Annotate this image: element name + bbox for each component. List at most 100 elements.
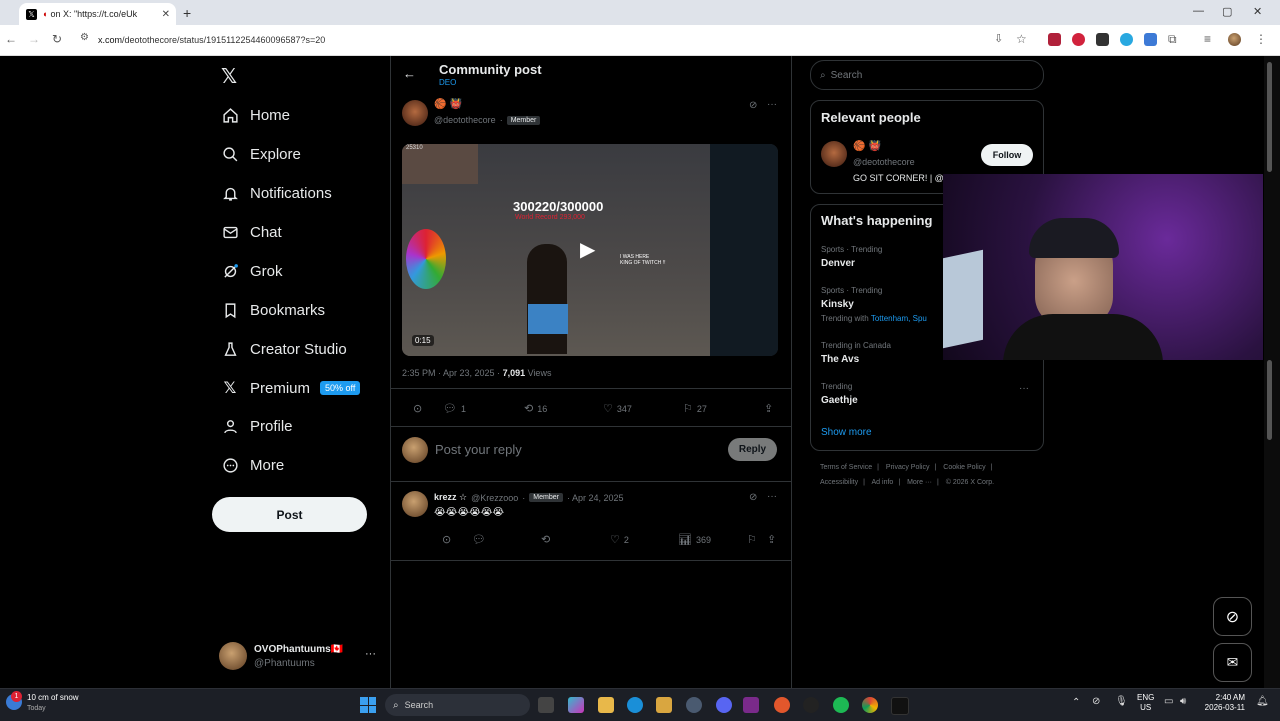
language-indicator[interactable]: ENG US	[1137, 693, 1154, 713]
post-time[interactable]: 2:35 PM · Apr 23, 2025 ·	[402, 368, 503, 378]
clock[interactable]: 2:40 AM 2026-03-11	[1200, 693, 1245, 713]
minimize-icon[interactable]: —	[1193, 5, 1204, 17]
repost-action[interactable]: ⟲ 16	[524, 402, 547, 415]
video-player[interactable]: 25310 300220/300000 World Record 293,000…	[402, 144, 778, 356]
play-action[interactable]: ⊙	[413, 402, 426, 415]
forward-icon[interactable]: →	[28, 32, 40, 46]
notifications-bell-icon[interactable]: 🔔︎	[1256, 696, 1269, 707]
nav-grok[interactable]: Grok	[221, 256, 283, 286]
weather-text[interactable]: 10 cm of snow	[27, 693, 79, 702]
reading-list-icon[interactable]: ≡	[1204, 32, 1211, 46]
nav-bookmarks[interactable]: Bookmarks	[221, 295, 325, 325]
x-logo-icon[interactable]: 𝕏	[221, 64, 237, 89]
extension-icon[interactable]	[1048, 33, 1061, 46]
extension-icon[interactable]	[1072, 33, 1085, 46]
reply-input[interactable]: Post your reply	[435, 442, 522, 457]
account-switcher[interactable]: OVOPhantuums🇨🇦 @Phantuums ···	[219, 642, 379, 670]
new-tab-icon[interactable]: +	[183, 5, 191, 21]
install-app-icon[interactable]: ⇩	[994, 32, 1003, 45]
grok-icon[interactable]: ⊘	[749, 492, 757, 503]
chrome-icon[interactable]	[862, 697, 878, 713]
trend-item[interactable]: Trending in Canada The Avs	[821, 341, 891, 365]
maximize-icon[interactable]: ▢	[1222, 5, 1232, 18]
show-more-link[interactable]: Show more	[821, 427, 872, 438]
play-action[interactable]: ⊙	[442, 533, 455, 546]
footer-link[interactable]: Privacy Policy	[886, 464, 930, 471]
footer-link[interactable]: Cookie Policy	[943, 464, 985, 471]
extension-icon[interactable]	[1144, 33, 1157, 46]
nav-creator-studio[interactable]: Creator Studio	[221, 334, 347, 364]
microphone-icon[interactable]: 🎙︎	[1115, 696, 1128, 707]
reply-author-name[interactable]: krezz ☆	[434, 492, 467, 503]
edge-icon[interactable]	[627, 697, 643, 713]
tiktok-icon[interactable]	[891, 697, 909, 715]
chrome-menu-icon[interactable]: ⋮	[1255, 32, 1267, 46]
extension-icon[interactable]	[1096, 33, 1109, 46]
nav-more[interactable]: More	[221, 450, 284, 480]
nav-profile[interactable]: Profile	[221, 411, 293, 441]
scrollbar-thumb[interactable]	[1267, 360, 1272, 440]
reply-button[interactable]: Reply	[728, 438, 777, 461]
tray-overflow-icon[interactable]: ⌃	[1072, 697, 1080, 708]
follow-button[interactable]: Follow	[981, 144, 1033, 166]
back-icon[interactable]: ←	[5, 32, 17, 46]
trend-item[interactable]: Sports · Trending Denver	[821, 245, 882, 269]
bookmark-action[interactable]: ⚐ 27	[683, 402, 707, 415]
like-action[interactable]: ♡ 347	[603, 402, 632, 415]
profile-avatar-icon[interactable]	[1228, 33, 1241, 46]
volume-icon[interactable]: 🔊︎	[1180, 696, 1186, 707]
windows-start-icon[interactable]	[360, 697, 376, 713]
audio-playing-icon[interactable]: ◖	[42, 9, 47, 19]
bookmark-star-icon[interactable]: ☆	[1016, 32, 1027, 46]
task-view-icon[interactable]	[538, 697, 554, 713]
trend-link[interactable]: Tottenham, Spu	[871, 314, 927, 323]
extension-icon[interactable]	[1120, 33, 1133, 46]
window-close-icon[interactable]: ✕	[1253, 5, 1262, 18]
community-name[interactable]: DEO	[439, 78, 456, 87]
nav-explore[interactable]: Explore	[221, 139, 301, 169]
network-icon[interactable]: ▭	[1164, 696, 1173, 707]
grok-float-icon[interactable]: ⊘	[1213, 597, 1252, 636]
reply-author-avatar[interactable]	[402, 491, 428, 517]
grok-icon[interactable]: ⊘	[749, 100, 757, 111]
repost-action[interactable]: ⟲	[541, 533, 554, 546]
share-action[interactable]: ⇪	[767, 533, 780, 546]
author-avatar[interactable]	[402, 100, 428, 126]
share-action[interactable]: ⇪	[764, 402, 777, 415]
reload-icon[interactable]: ↻	[52, 32, 62, 46]
tab-close-icon[interactable]: ✕	[162, 9, 170, 20]
settings-icon[interactable]	[686, 697, 702, 713]
reply-action[interactable]: 💬︎	[472, 533, 490, 546]
copilot-icon[interactable]	[568, 697, 584, 713]
views-action[interactable]: 📊︎ 369	[678, 533, 711, 546]
trend-item[interactable]: Trending Gaethje	[821, 382, 858, 406]
app-icon[interactable]	[656, 697, 672, 713]
bookmark-action[interactable]: ⚐	[747, 533, 761, 546]
spotify-icon[interactable]	[833, 697, 849, 713]
tray-icon[interactable]: ⊘	[1092, 696, 1100, 707]
nav-notifications[interactable]: Notifications	[221, 178, 332, 208]
relevant-handle[interactable]: @deotothecore	[853, 157, 915, 167]
nav-chat[interactable]: Chat	[221, 217, 282, 247]
like-action[interactable]: ♡ 2	[610, 533, 629, 546]
app-icon[interactable]	[774, 697, 790, 713]
footer-link[interactable]: Accessibility	[820, 479, 858, 486]
back-arrow-icon[interactable]: ←	[403, 66, 416, 81]
reply-more-icon[interactable]: ···	[767, 491, 777, 502]
nav-home[interactable]: Home	[221, 100, 290, 130]
url-field[interactable]: x.com/deotothecore/status/19151122544600…	[98, 35, 325, 45]
nav-premium[interactable]: 𝕏 Premium 50% off	[221, 373, 361, 403]
reply-author-handle[interactable]: @Krezzooo	[471, 493, 518, 503]
post-button[interactable]: Post	[212, 497, 367, 532]
footer-link[interactable]: Ad info	[872, 479, 894, 486]
author-handle[interactable]: @deotothecore	[434, 115, 496, 125]
footer-link[interactable]: Terms of Service	[820, 464, 872, 471]
app-icon[interactable]	[803, 697, 819, 713]
extensions-puzzle-icon[interactable]: ⧉	[1168, 32, 1177, 47]
search-input[interactable]: Search	[831, 70, 863, 81]
relevant-avatar[interactable]	[821, 141, 847, 167]
nzxt-icon[interactable]	[743, 697, 759, 713]
scrollbar-thumb[interactable]	[1267, 62, 1272, 172]
site-info-icon[interactable]: ⚙	[80, 32, 89, 43]
browser-tab[interactable]: 𝕏 ◖ on X: "https://t.co/eUk ✕	[19, 3, 176, 25]
